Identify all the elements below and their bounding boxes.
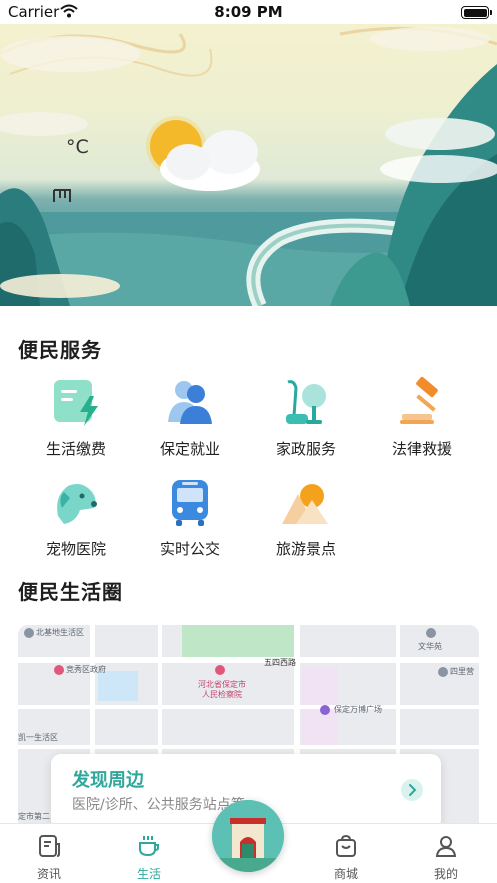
tab-life[interactable]: 生活 <box>114 824 184 883</box>
service-pet-hospital[interactable]: 宠物医院 <box>18 474 134 560</box>
weather-banner: °C <box>0 24 497 306</box>
legal-aid-icon <box>396 376 448 428</box>
employment-icon <box>164 376 216 428</box>
tab-profile[interactable]: 我的 <box>411 824 481 883</box>
map-label: 人民检察院 <box>202 690 242 699</box>
service-bill-payment[interactable]: 生活缴费 <box>18 374 134 460</box>
bill-payment-icon <box>50 376 102 428</box>
discover-title: 发现周边 <box>72 770 144 791</box>
map-label: 文华苑 <box>418 642 442 651</box>
tab-label: 生活 <box>136 867 161 881</box>
life-circle-section-title: 便民生活圈 <box>18 580 123 604</box>
tab-news[interactable]: 资讯 <box>14 824 84 883</box>
service-label: 家政服务 <box>275 440 336 458</box>
shop-icon <box>334 834 358 858</box>
temperature-unit: °C <box>66 136 89 158</box>
landscape-illustration <box>0 26 497 306</box>
service-label: 法律救援 <box>391 440 452 458</box>
chevron-right-icon[interactable] <box>401 779 423 801</box>
tab-shop[interactable]: 商城 <box>311 824 381 883</box>
battery-icon <box>461 6 492 19</box>
map-label: 定市第二 <box>18 812 50 821</box>
news-icon <box>37 834 61 858</box>
map-water <box>98 671 138 701</box>
map-label: 竞秀区政府 <box>66 665 106 674</box>
service-label: 实时公交 <box>159 540 220 558</box>
clock: 8:09 PM <box>214 3 283 21</box>
scenic-spot-icon <box>280 476 332 528</box>
services-section-title: 便民服务 <box>18 338 102 362</box>
map-road <box>18 705 479 709</box>
service-label: 生活缴费 <box>45 440 106 458</box>
service-label: 旅游景点 <box>275 540 336 558</box>
service-legal-aid[interactable]: 法律救援 <box>364 374 480 460</box>
service-employment[interactable]: 保定就业 <box>132 374 248 460</box>
pet-hospital-icon <box>50 476 102 528</box>
bus-icon <box>164 476 216 528</box>
map-poi-icon <box>320 705 330 715</box>
housekeeping-icon <box>280 376 332 428</box>
service-label: 宠物医院 <box>45 540 106 558</box>
map-label: 凯一生活区 <box>18 733 58 742</box>
map-poi-icon <box>426 628 436 638</box>
gate-icon <box>212 800 284 872</box>
service-label: 保定就业 <box>159 440 220 458</box>
map-label: 北基地生活区 <box>36 628 84 637</box>
map-poi-icon <box>215 665 225 675</box>
status-bar: Carrier 8:09 PM <box>0 0 497 24</box>
service-scenic-spots[interactable]: 旅游景点 <box>248 474 364 560</box>
map-poi-icon <box>438 667 448 677</box>
tab-label: 资讯 <box>36 867 61 881</box>
coffee-cup-icon <box>137 834 161 858</box>
map-road <box>18 657 479 663</box>
map-label: 四里营 <box>450 667 474 676</box>
map-poi-icon <box>54 665 64 675</box>
center-home-button[interactable] <box>212 800 284 872</box>
discover-subtitle: 医院/诊所、公共服务站点等 <box>72 797 245 813</box>
map-label: 五四西路 <box>264 658 296 667</box>
map-label: 保定万博广场 <box>334 705 382 714</box>
map-park <box>182 625 294 657</box>
tab-label: 商城 <box>333 867 358 881</box>
map-poi-icon <box>24 628 34 638</box>
profile-icon <box>434 834 458 858</box>
service-realtime-bus[interactable]: 实时公交 <box>132 474 248 560</box>
service-housekeeping[interactable]: 家政服务 <box>248 374 364 460</box>
map-road <box>18 745 479 749</box>
tab-label: 我的 <box>433 867 458 881</box>
